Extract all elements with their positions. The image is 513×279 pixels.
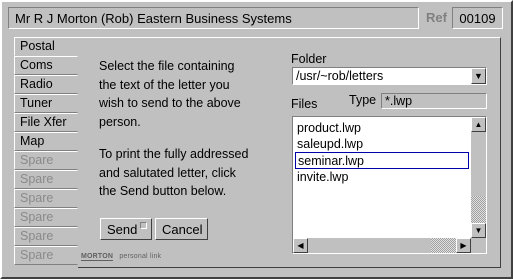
arrow-up-icon[interactable]: ▲ <box>471 117 486 132</box>
contact-title: Mr R J Morton (Rob) Eastern Business Sys… <box>8 7 419 29</box>
scroll-track[interactable] <box>471 196 486 223</box>
files-listbox[interactable]: product.lwp saleupd.lwp seminar.lwp invi… <box>292 116 487 254</box>
tab-tuner[interactable]: Tuner <box>14 94 78 113</box>
scroll-corner <box>471 238 486 253</box>
arrow-left-icon[interactable]: ◀ <box>293 238 308 253</box>
tab-spare: Spare <box>14 227 78 246</box>
instruction-line: the Send button below. <box>99 184 227 198</box>
brand-text: personal link <box>119 253 162 260</box>
tab-spare: Spare <box>14 246 78 265</box>
brand-footer: MORTON personal link <box>81 253 162 261</box>
folder-select[interactable]: /usr/~rob/letters ▼ <box>292 67 487 85</box>
tab-map[interactable]: Map <box>14 132 78 151</box>
instruction-line: wish to send to the above <box>99 96 241 110</box>
tab-radio[interactable]: Radio <box>14 75 78 94</box>
instruction-select: Select the file containing the text of t… <box>99 57 279 131</box>
tab-spare: Spare <box>14 151 78 170</box>
file-item-selected[interactable]: seminar.lwp <box>295 152 469 169</box>
cancel-button[interactable]: Cancel <box>155 218 208 240</box>
tab-coms[interactable]: Coms <box>14 56 78 75</box>
type-field[interactable]: *.lwp <box>381 93 487 109</box>
file-item[interactable]: saleupd.lwp <box>295 136 469 153</box>
tab-spare: Spare <box>14 208 78 227</box>
send-indicator-icon <box>140 222 147 229</box>
tab-postal[interactable]: Postal <box>14 37 82 56</box>
tab-spare: Spare <box>14 170 78 189</box>
instruction-line: and salutated letter, click <box>99 165 236 180</box>
instruction-line: the text of the letter you <box>99 77 230 92</box>
files-label: Files <box>291 97 318 111</box>
chevron-down-icon[interactable]: ▼ <box>471 68 486 84</box>
folder-value: /usr/~rob/letters <box>296 69 384 83</box>
instruction-print: To print the fully addressed and salutat… <box>99 145 279 201</box>
tab-list: Postal Coms Radio Tuner File Xfer Map Sp… <box>14 37 82 265</box>
send-button[interactable]: Send <box>100 218 152 240</box>
instruction-line: person. <box>99 114 141 129</box>
horizontal-scrollbar[interactable]: ◀ ▶ <box>293 238 471 253</box>
ref-label: Ref <box>426 10 447 25</box>
folder-label: Folder <box>291 52 327 66</box>
file-item[interactable]: product.lwp <box>295 120 469 137</box>
ref-value: 00109 <box>452 7 503 29</box>
instruction-line: Select the file containing <box>99 59 235 73</box>
file-item[interactable]: invite.lwp <box>295 169 469 186</box>
instruction-line: To print the fully addressed <box>99 147 249 161</box>
tab-spare: Spare <box>14 189 78 208</box>
arrow-right-icon[interactable]: ▶ <box>456 238 471 253</box>
brand-logo: MORTON <box>81 253 114 261</box>
scroll-track[interactable] <box>431 238 456 253</box>
send-button-label: Send <box>107 222 138 237</box>
tab-file-xfer[interactable]: File Xfer <box>14 113 78 132</box>
vertical-scrollbar[interactable]: ▲ ▼ <box>471 117 486 238</box>
type-label: Type <box>349 93 377 107</box>
arrow-down-icon[interactable]: ▼ <box>471 223 486 238</box>
